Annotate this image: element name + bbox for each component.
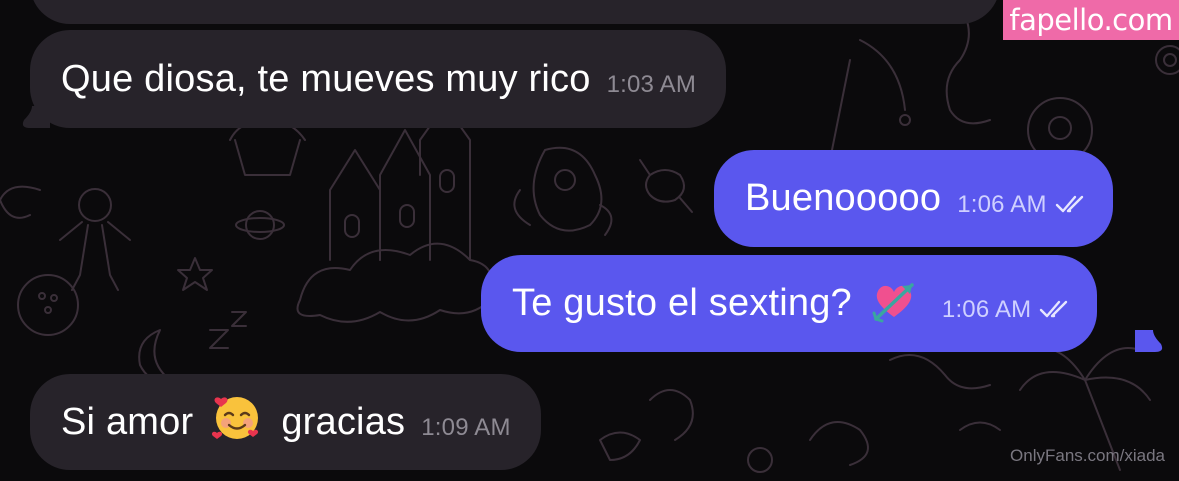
outgoing-message-bubble[interactable]: Te gusto el sexting? 1:06 AM [481,255,1098,352]
message-timestamp: 1:06 AM [941,295,1032,323]
incoming-message-bubble[interactable]: Que diosa, te mueves muy rico 1:03 AM [30,30,727,128]
partial-message-bubble[interactable] [30,0,1000,24]
message-text: Buenooooo [745,177,942,219]
double-check-icon [1040,300,1068,317]
message-text: Que diosa, te mueves muy rico [61,57,591,100]
outgoing-bubble-tail [1135,330,1163,352]
incoming-message-bubble[interactable]: Si amor gracias 1:09 AM [30,374,541,470]
heart-with-arrow-icon [872,279,916,333]
message-timestamp: 1:09 AM [421,414,511,441]
message-text: Te gusto el sexting? [512,282,852,324]
message-text-after-emoji: gracias [281,400,406,443]
smiling-face-with-hearts-icon [211,391,263,453]
chat-thread: Que diosa, te mueves muy rico 1:03 AM Bu… [0,0,1179,481]
message-timestamp: 1:03 AM [606,71,697,98]
watermark-badge: fapello.com [1003,0,1179,40]
incoming-bubble-tail [22,106,50,128]
watermark-footer: OnlyFans.com/xiada [1010,446,1165,465]
outgoing-message-bubble[interactable]: Buenooooo 1:06 AM [714,150,1113,247]
message-timestamp: 1:06 AM [957,190,1047,218]
message-text-before-emoji: Si amor [61,400,194,443]
double-check-icon [1055,195,1083,212]
